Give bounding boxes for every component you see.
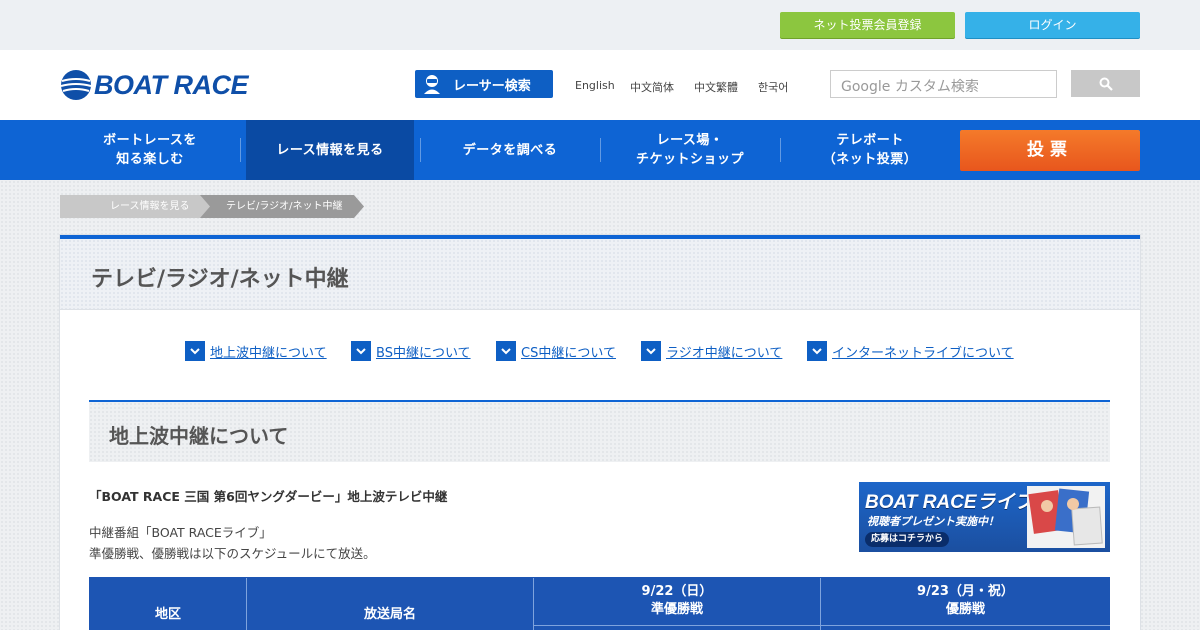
vote-button[interactable]: 投票 (960, 130, 1140, 171)
lang-zh-hans-link[interactable]: 中文简体 (630, 79, 674, 95)
nav-teleboat-label: テレボート （ネット投票） (822, 133, 918, 167)
banner-campaign: 視聴者プレゼント実施中！ (867, 515, 999, 528)
breadcrumb-current: テレビ/ラジオ/ネット中継 (200, 195, 364, 218)
nav-learn-enjoy-label: ボートレースを 知る楽しむ (103, 133, 197, 167)
site-search-input[interactable]: Google カスタム検索 (830, 70, 1057, 98)
anchor-links: 地上波中継について BS中継について CS中継について ラジオ中継について イン… (60, 341, 1140, 363)
banner-photo (1027, 486, 1105, 548)
nav-data-label: データを調べる (462, 142, 558, 158)
nav-venues-shops[interactable]: レース場・ チケットショップ (600, 120, 780, 180)
anchor-bs-label[interactable]: BS中継について (376, 342, 471, 361)
breadcrumb-race-info[interactable]: レース情報を見る (84, 195, 212, 218)
table-divider (533, 625, 1110, 626)
search-button[interactable] (1071, 70, 1140, 97)
th-day1-race: 準優勝戦 (650, 602, 703, 617)
chevron-down-icon (807, 341, 827, 361)
anchor-bs[interactable]: BS中継について (351, 341, 471, 361)
anchor-terrestrial-label[interactable]: 地上波中継について (210, 342, 327, 361)
anchor-internet-live[interactable]: インターネットライブについて (807, 341, 1014, 361)
chevron-down-icon (641, 341, 661, 361)
anchor-radio-label[interactable]: ラジオ中継について (666, 342, 782, 361)
nav-teleboat[interactable]: テレボート （ネット投票） (780, 120, 960, 180)
racer-helmet-icon (421, 74, 443, 94)
nav-race-info[interactable]: レース情報を見る (246, 120, 414, 180)
chevron-down-icon (185, 341, 205, 361)
racer-search-label: レーサー検索 (453, 78, 531, 94)
chevron-down-icon (496, 341, 516, 361)
section-title: 地上波中継について (109, 424, 289, 448)
nav-divider (240, 138, 241, 162)
event-title: 「BOAT RACE 三国 第6回ヤングダービー」地上波テレビ中継 (89, 489, 448, 504)
nav-race-info-label: レース情報を見る (276, 142, 384, 158)
anchor-radio[interactable]: ラジオ中継について (641, 341, 782, 361)
lang-korean-link[interactable]: 한국어 (758, 79, 788, 95)
lang-zh-hant-link[interactable]: 中文繁體 (694, 79, 738, 95)
banner-apply: 応募はコチラから (865, 532, 950, 547)
th-day2-race: 優勝戦 (945, 602, 985, 617)
top-strip: ネット投票会員登録 ログイン (0, 0, 1200, 50)
anchor-cs-label[interactable]: CS中継について (521, 342, 616, 361)
boatrace-live-banner[interactable]: BOAT RACEライブ 視聴者プレゼント実施中！ 応募はコチラから (859, 482, 1110, 552)
login-button[interactable]: ログイン (965, 12, 1140, 38)
racer-search-button[interactable]: レーサー検索 (415, 70, 553, 98)
content-panel: テレビ/ラジオ/ネット中継 地上波中継について BS中継について CS中継につい… (60, 235, 1140, 630)
register-button[interactable]: ネット投票会員登録 (780, 12, 955, 38)
logo-text: BOAT RACE (94, 70, 249, 100)
nav-learn-enjoy[interactable]: ボートレースを 知る楽しむ (60, 120, 240, 180)
schedule-note: 準優勝戦、優勝戦は以下のスケジュールにて放送。 (89, 546, 376, 561)
magnifier-icon (1099, 77, 1113, 91)
lang-english-link[interactable]: English (575, 79, 615, 92)
anchor-terrestrial[interactable]: 地上波中継について (185, 341, 327, 361)
th-day2-date: 9/23（月・祝） (917, 584, 1014, 599)
th-region: 地区 (154, 607, 181, 622)
chevron-down-icon (351, 341, 371, 361)
program-name: 中継番組「BOAT RACEライブ」 (89, 525, 272, 540)
th-day1-date: 9/22（日） (641, 584, 713, 599)
section-header: 地上波中継について (89, 400, 1110, 462)
th-station: 放送局名 (363, 607, 416, 622)
nav-data[interactable]: データを調べる (420, 120, 600, 180)
logo-emblem-icon (60, 70, 92, 100)
global-nav: ボートレースを 知る楽しむ レース情報を見る データを調べる レース場・ チケッ… (0, 120, 1200, 180)
banner-title: BOAT RACEライブ (865, 492, 1034, 513)
nav-venues-shops-label: レース場・ チケットショップ (635, 133, 744, 167)
site-header: BOAT RACE レーサー検索 English 中文简体 中文繁體 한국어 G… (0, 50, 1200, 120)
anchor-internet-live-label[interactable]: インターネットライブについて (832, 342, 1014, 361)
page-title: テレビ/ラジオ/ネット中継 (91, 267, 349, 292)
panel-header: テレビ/ラジオ/ネット中継 (60, 239, 1140, 310)
anchor-cs[interactable]: CS中継について (496, 341, 616, 361)
broadcast-schedule-table: 地区 放送局名 9/22（日） 準優勝戦 9/23（月・祝） 優勝戦 (89, 577, 1110, 630)
boatrace-logo[interactable]: BOAT RACE (60, 68, 249, 102)
